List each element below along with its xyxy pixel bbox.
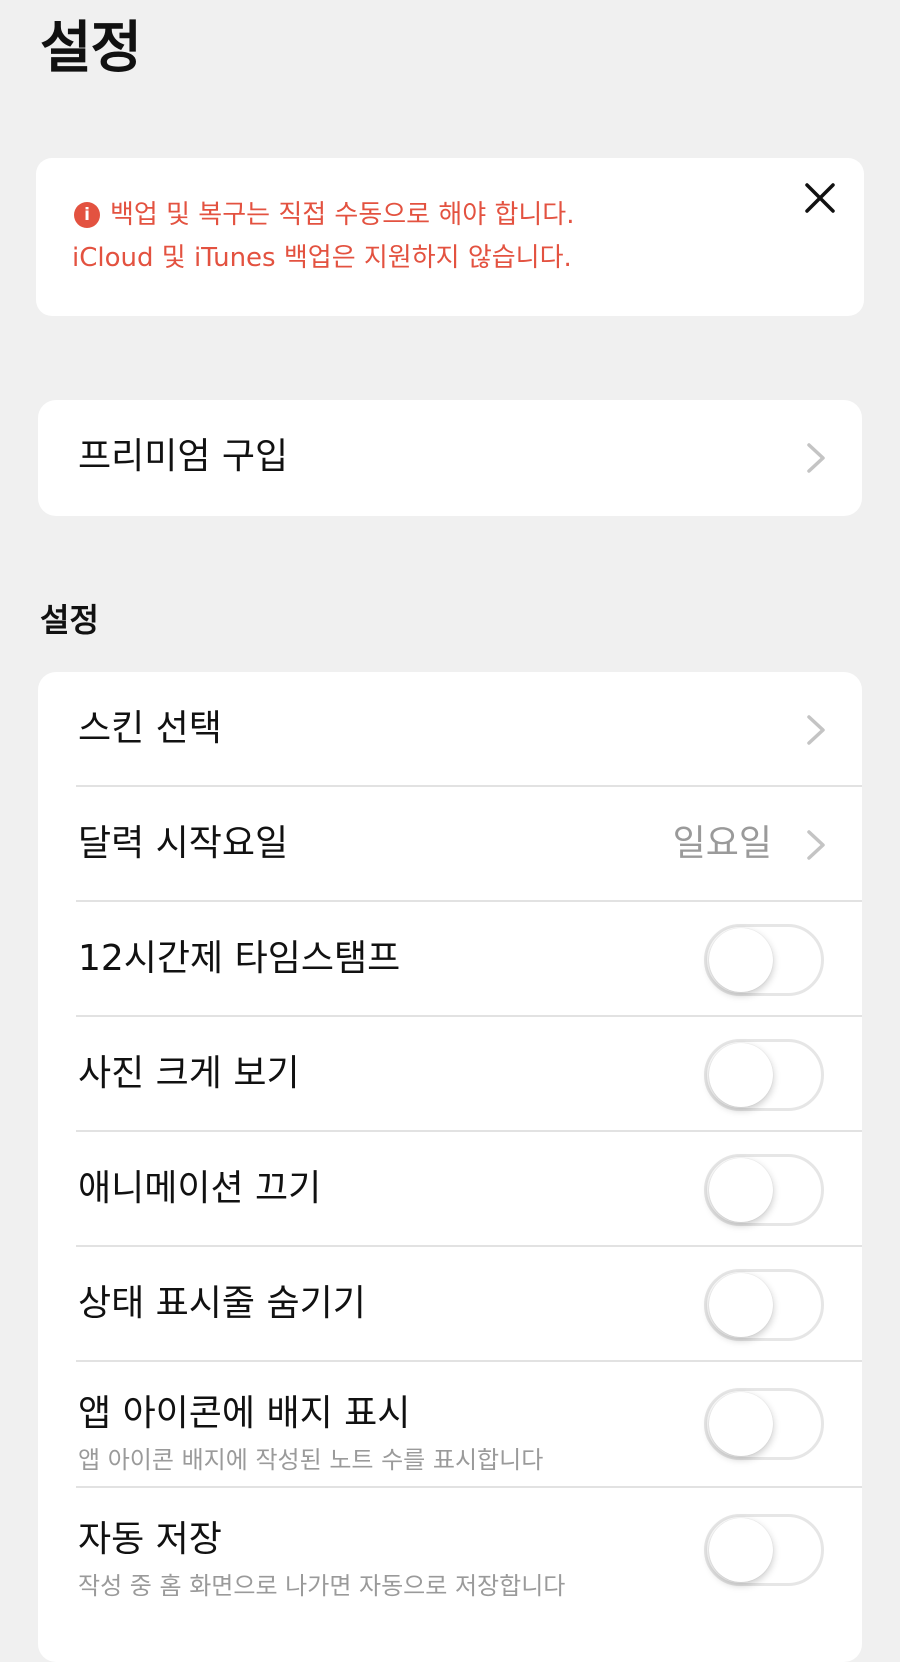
timestamp-12h-label: 12시간제 타임스탬프: [78, 938, 401, 979]
toggle-knob: [709, 1392, 773, 1456]
close-icon: [805, 183, 835, 213]
settings-section-header: 설정: [40, 601, 99, 639]
auto-save-label: 자동 저장: [78, 1519, 222, 1560]
hide-status-bar-label: 상태 표시줄 숨기기: [78, 1283, 366, 1324]
backup-alert: i 백업 및 복구는 직접 수동으로 해야 합니다. iCloud 및 iTun…: [36, 158, 864, 316]
toggle-knob: [709, 1158, 773, 1222]
chevron-right-icon: [807, 443, 825, 473]
premium-purchase-row[interactable]: 프리미엄 구입: [38, 400, 862, 516]
toggle-knob: [709, 1043, 773, 1107]
toggle-knob: [709, 1518, 773, 1582]
skin-select-label: 스킨 선택: [78, 708, 222, 749]
auto-save-toggle[interactable]: [704, 1514, 824, 1586]
week-start-value: 일요일: [672, 823, 772, 864]
timestamp-12h-row: 12시간제 타임스탬프: [38, 902, 862, 1017]
chevron-right-icon: [807, 830, 825, 860]
disable-animation-label: 애니메이션 끄기: [78, 1168, 322, 1209]
premium-purchase-label: 프리미엄 구입: [78, 436, 289, 477]
premium-card: 프리미엄 구입: [38, 400, 862, 516]
hide-status-bar-toggle[interactable]: [704, 1269, 824, 1341]
auto-save-description: 작성 중 홈 화면으로 나가면 자동으로 저장합니다: [78, 1572, 566, 1600]
week-start-label: 달력 시작요일: [78, 823, 289, 864]
toggle-knob: [709, 928, 773, 992]
alert-message-line-2: iCloud 및 iTunes 백업은 지원하지 않습니다.: [72, 243, 572, 273]
large-photos-row: 사진 크게 보기: [38, 1017, 862, 1132]
close-alert-button[interactable]: [800, 178, 840, 218]
chevron-right-icon: [807, 715, 825, 745]
app-badge-row: 앱 아이콘에 배지 표시 앱 아이콘 배지에 작성된 노트 수를 표시합니다: [38, 1362, 862, 1488]
disable-animation-row: 애니메이션 끄기: [38, 1132, 862, 1247]
large-photos-label: 사진 크게 보기: [78, 1053, 300, 1094]
auto-save-row: 자동 저장 작성 중 홈 화면으로 나가면 자동으로 저장합니다: [38, 1488, 862, 1614]
toggle-knob: [709, 1273, 773, 1337]
info-icon: i: [74, 202, 100, 228]
alert-message-line-1: 백업 및 복구는 직접 수동으로 해야 합니다.: [110, 200, 575, 230]
app-badge-toggle[interactable]: [704, 1388, 824, 1460]
large-photos-toggle[interactable]: [704, 1039, 824, 1111]
page-title: 설정: [40, 16, 142, 81]
disable-animation-toggle[interactable]: [704, 1154, 824, 1226]
skin-select-row[interactable]: 스킨 선택: [38, 672, 862, 787]
app-badge-description: 앱 아이콘 배지에 작성된 노트 수를 표시합니다: [78, 1446, 544, 1474]
timestamp-12h-toggle[interactable]: [704, 924, 824, 996]
app-badge-label: 앱 아이콘에 배지 표시: [78, 1393, 411, 1434]
settings-card: 스킨 선택 달력 시작요일 일요일 12시간제 타임스탬프 사진 크게 보기 애…: [38, 672, 862, 1662]
hide-status-bar-row: 상태 표시줄 숨기기: [38, 1247, 862, 1362]
week-start-row[interactable]: 달력 시작요일 일요일: [38, 787, 862, 902]
